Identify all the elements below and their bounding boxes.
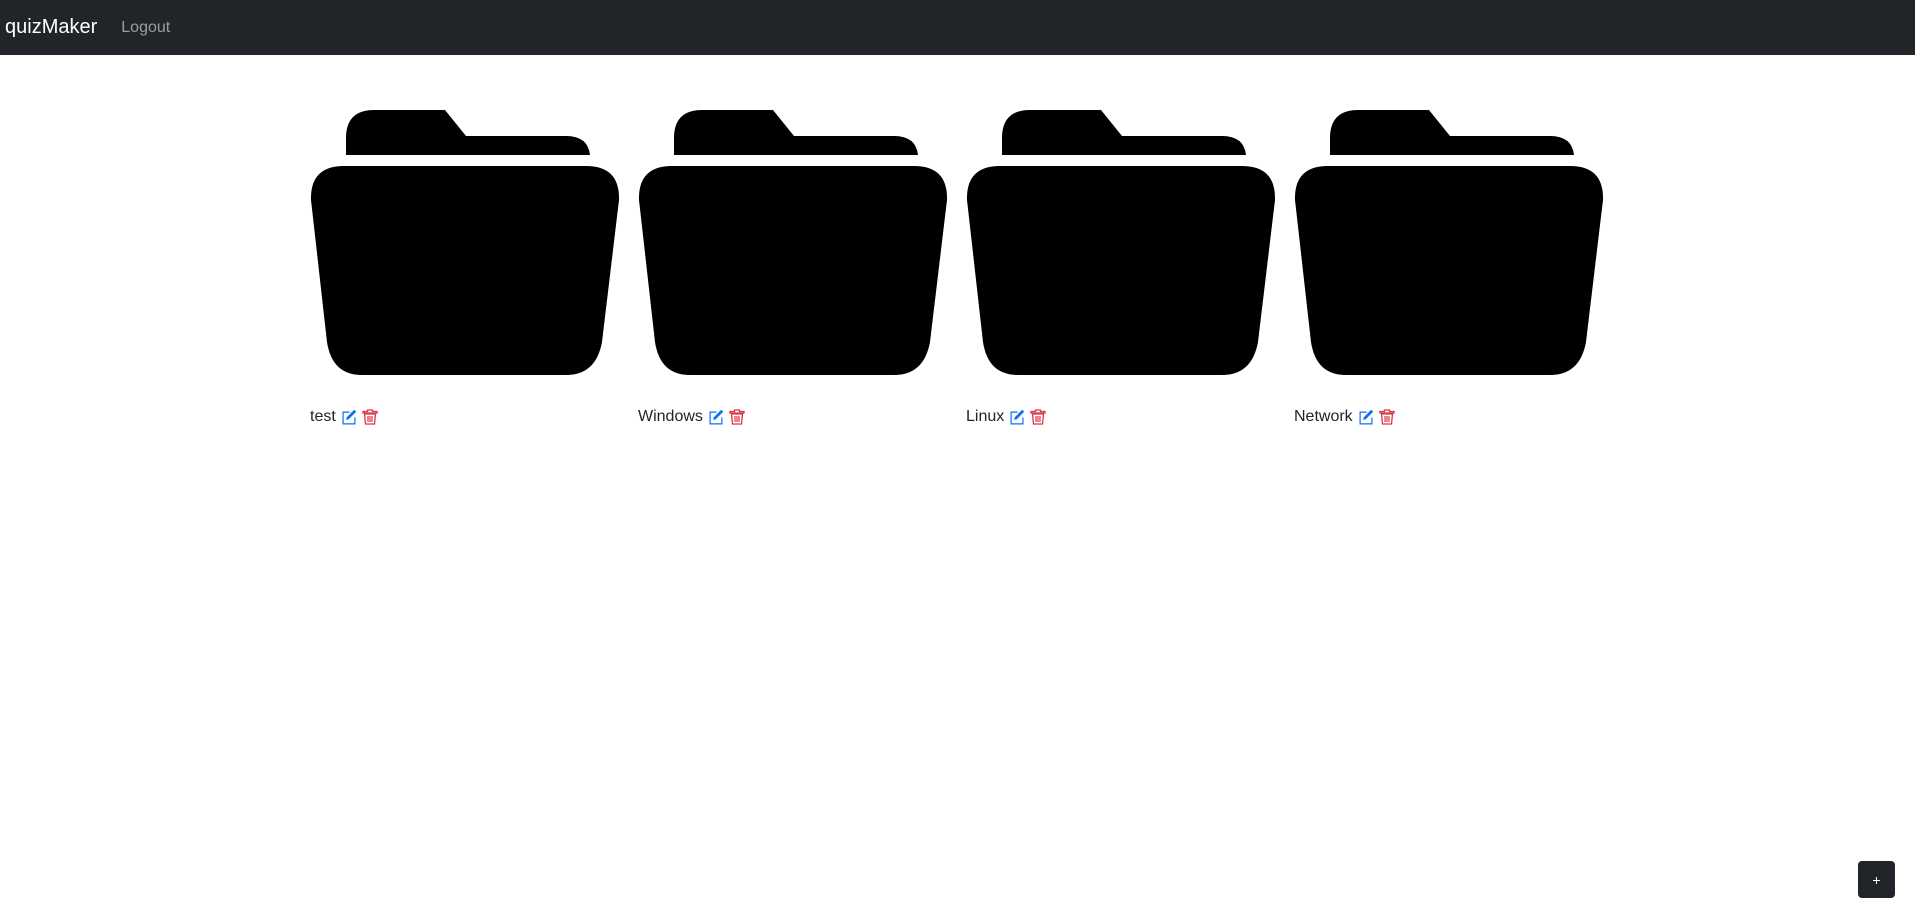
folder-name[interactable]: Network [1294,408,1353,426]
folder-icon[interactable] [310,110,620,375]
edit-icon[interactable] [341,409,357,425]
folder-caption: Network [1294,406,1622,428]
folder-card: test [310,110,638,428]
folder-name[interactable]: Windows [638,408,703,426]
folder-caption: Linux [966,406,1294,428]
edit-icon[interactable] [708,409,724,425]
add-folder-button[interactable]: + [1858,861,1895,898]
edit-icon[interactable] [1009,409,1025,425]
folder-icon[interactable] [638,110,948,375]
folder-card: Network [1294,110,1622,428]
trash-icon[interactable] [729,409,745,425]
folder-icon[interactable] [966,110,1276,375]
trash-icon[interactable] [1030,409,1046,425]
navbar: quizMaker Logout [0,0,1915,55]
folder-card: Windows [638,110,966,428]
folder-card: Linux [966,110,1294,428]
brand-link[interactable]: quizMaker [5,16,97,39]
folder-caption: Windows [638,406,966,428]
logout-link[interactable]: Logout [121,19,170,37]
edit-icon[interactable] [1358,409,1374,425]
folder-name[interactable]: test [310,408,336,426]
folder-name[interactable]: Linux [966,408,1004,426]
folder-icon[interactable] [1294,110,1604,375]
trash-icon[interactable] [1379,409,1395,425]
trash-icon[interactable] [362,409,378,425]
folder-caption: test [310,406,638,428]
folder-grid: test Windows Linux Network [310,110,1622,428]
